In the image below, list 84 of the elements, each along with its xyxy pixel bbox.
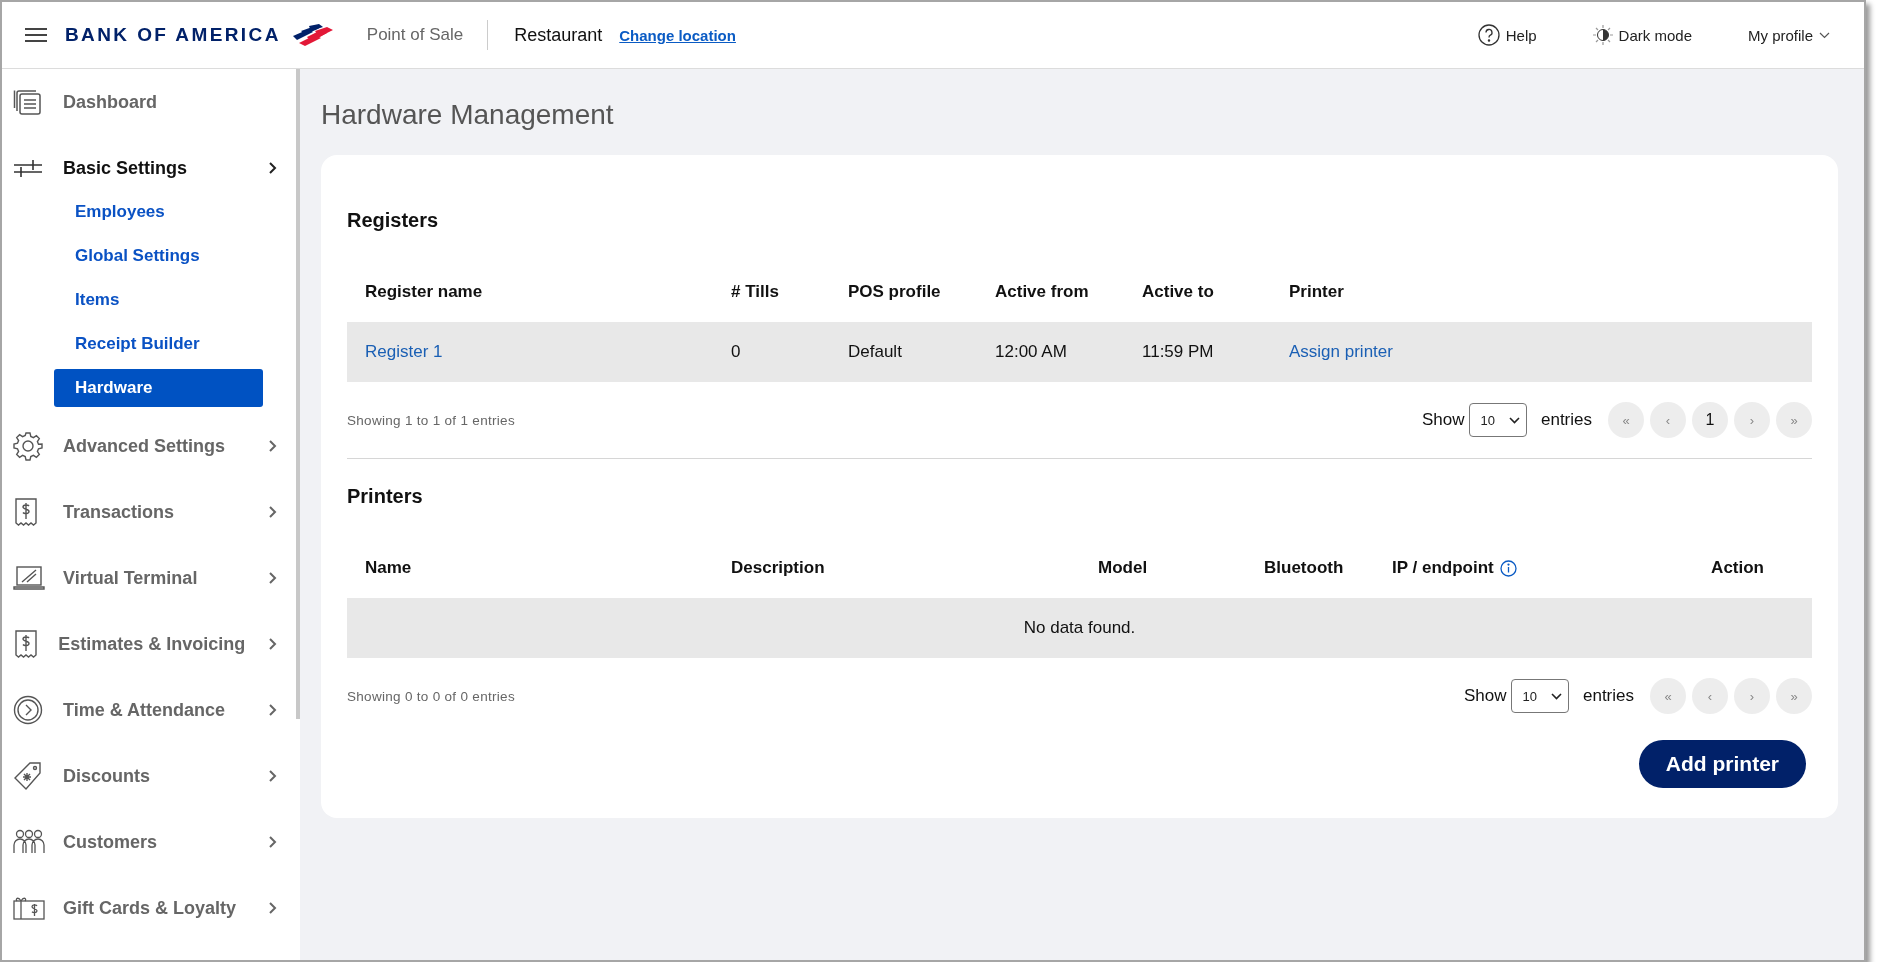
table-cell-text: Default [848, 342, 903, 362]
section-title: Printers [347, 485, 424, 508]
table-link[interactable]: Register 1 [365, 342, 443, 361]
column-header: Active from [995, 282, 1090, 302]
page-button[interactable]: ‹ [1692, 678, 1728, 714]
help-button[interactable]: Help [1473, 20, 1541, 50]
column-header: IP / endpoint [1392, 558, 1652, 578]
table-cell-text: 11:59 PM [1142, 342, 1215, 362]
page-button[interactable]: ‹ [1650, 402, 1686, 438]
nav-item[interactable]: Estimates & Invoicing [2, 611, 300, 677]
scrollbar[interactable] [296, 69, 300, 719]
entries-info: Showing 1 to 1 of 1 entries [347, 412, 515, 428]
location-name: Restaurant [514, 24, 603, 46]
gift-card-icon [13, 895, 45, 921]
column-header: Name [365, 558, 413, 578]
add-printer-button[interactable]: Add printer [1638, 740, 1806, 788]
people-icon [13, 829, 45, 855]
entries-label: entries [1582, 686, 1634, 706]
tag-icon [13, 761, 43, 791]
chevron-down-icon [1550, 692, 1562, 700]
brand-logo-text: BANK OF AMERICA [65, 24, 281, 46]
nav-item[interactable]: Customers [2, 809, 300, 875]
entries-info: Showing 0 to 0 of 0 entries [347, 688, 515, 704]
column-header: # Tills [731, 282, 780, 302]
nav-subitem[interactable]: Items [54, 281, 263, 319]
page-button[interactable]: › [1734, 678, 1770, 714]
change-location-link[interactable]: Change location [619, 26, 736, 44]
nav-subitem[interactable]: Global Settings [54, 237, 263, 275]
theme-button[interactable]: Dark mode [1588, 21, 1696, 49]
table-cell-text: 12:00 AM [995, 342, 1068, 362]
chevron-right-icon [268, 439, 278, 453]
chevron-right-icon [268, 505, 278, 519]
page-button[interactable]: 1 [1692, 402, 1728, 438]
column-header: Bluetooth [1264, 558, 1345, 578]
receipt-icon [13, 497, 39, 527]
chevron-right-icon [268, 835, 278, 849]
nav-item[interactable]: Time & Attendance [2, 677, 300, 743]
nav-item[interactable]: Dashboard [2, 69, 300, 135]
page-button[interactable]: « [1608, 402, 1644, 438]
dashboard-icon [13, 88, 43, 116]
page-button[interactable]: › [1734, 402, 1770, 438]
page-size-select[interactable]: 10 [1510, 679, 1569, 713]
info-icon[interactable] [1499, 559, 1517, 577]
chevron-right-icon [268, 769, 278, 783]
empty-message: No data found. [347, 598, 1812, 658]
nav-subitem[interactable]: Hardware [54, 369, 263, 407]
show-label: Show [1463, 686, 1507, 706]
column-header: Printer [1289, 282, 1345, 302]
section-title: Registers [347, 209, 440, 232]
column-header: Description [731, 558, 826, 578]
clock-icon [13, 695, 43, 725]
nav-item[interactable]: Gift Cards & Loyalty [2, 875, 300, 941]
receipt-icon [13, 629, 39, 659]
laptop-icon [13, 565, 45, 591]
column-header: Active to [1142, 282, 1215, 302]
chevron-right-icon [268, 161, 278, 175]
page-button[interactable]: « [1650, 678, 1686, 714]
app-name: Point of Sale [366, 20, 489, 50]
chevron-right-icon [268, 901, 278, 915]
chevron-right-icon [268, 637, 278, 651]
profile-button[interactable]: My profile [1743, 22, 1834, 48]
sliders-icon [13, 157, 43, 179]
nav-item[interactable]: Advanced Settings [2, 413, 300, 479]
table-link[interactable]: Assign printer [1289, 342, 1393, 361]
column-header: Model [1098, 558, 1149, 578]
menu-icon [25, 27, 47, 43]
settings-icon [13, 431, 43, 461]
chevron-down-icon [1508, 416, 1520, 424]
nav-item[interactable]: Transactions [2, 479, 300, 545]
page-title: Hardware Management [321, 99, 615, 131]
nav-item[interactable]: Discounts [2, 743, 300, 809]
page-size-select[interactable]: 10 [1468, 403, 1527, 437]
page-button[interactable]: » [1776, 678, 1812, 714]
column-header: Register name [365, 282, 484, 302]
page-button[interactable]: » [1776, 402, 1812, 438]
column-header: POS profile [848, 282, 942, 302]
column-header: Action [1710, 558, 1765, 578]
nav-subitem[interactable]: Receipt Builder [54, 325, 263, 363]
entries-label: entries [1540, 410, 1592, 430]
nav-item[interactable]: Virtual Terminal [2, 545, 300, 611]
table-cell-text: 0 [731, 342, 742, 362]
chevron-right-icon [268, 571, 278, 585]
chevron-right-icon [268, 703, 278, 717]
show-label: Show [1421, 410, 1465, 430]
